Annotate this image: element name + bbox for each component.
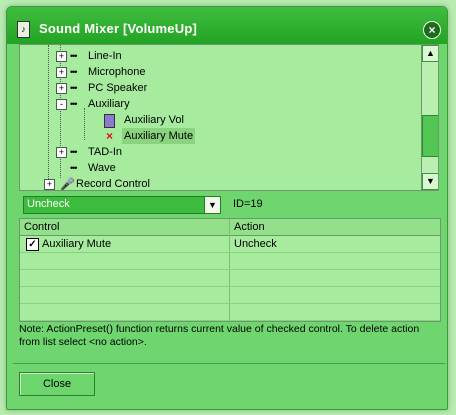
mute-x-icon: × <box>106 129 113 143</box>
microphone-icon: 🎤 <box>60 177 75 191</box>
row-control: Auxiliary Mute <box>42 238 112 250</box>
tree-scrollbar[interactable]: ▲ ▼ <box>421 45 438 190</box>
tree-item-record-control[interactable]: + 🎤 Record Control <box>44 176 348 191</box>
speaker-icon: ♪ <box>17 21 30 38</box>
tree-item-pc-speaker[interactable]: + ••• PC Speaker <box>56 80 360 96</box>
grid-header: Control Action <box>20 219 440 236</box>
tree-item-label: Microphone <box>88 66 146 78</box>
plug-icon: ••• <box>70 51 78 61</box>
table-row[interactable]: ✓ Auxiliary Mute Uncheck <box>20 236 440 253</box>
expander-icon[interactable]: + <box>56 83 67 94</box>
expander-icon[interactable]: + <box>56 51 67 62</box>
tree-item-label: TAD-In <box>88 146 123 158</box>
tree-item-label: Auxiliary Mute <box>122 128 196 144</box>
row-action[interactable]: Uncheck <box>230 236 277 252</box>
tree-item-auxiliary-vol[interactable]: Auxiliary Vol <box>84 112 334 128</box>
tree-item-wave[interactable]: ••• Wave <box>60 160 360 176</box>
title-bar[interactable]: ♪ Sound Mixer [VolumeUp] × <box>7 7 447 44</box>
column-header-action[interactable]: Action <box>230 219 265 235</box>
close-button[interactable]: Close <box>19 372 95 396</box>
tree-item-label: Record Control <box>76 178 150 190</box>
chevron-down-icon[interactable]: ▼ <box>204 196 221 214</box>
scroll-up-icon[interactable]: ▲ <box>422 45 438 62</box>
tree-item-label: Line-In <box>88 50 122 62</box>
tree-item-label: PC Speaker <box>88 82 148 94</box>
tree-item-label: Auxiliary <box>88 98 130 110</box>
tree-item-tad-in[interactable]: + ••• TAD-In <box>56 144 360 160</box>
action-row: Uncheck ▼ ID=19 <box>19 194 439 216</box>
plug-icon: ••• <box>70 163 78 173</box>
expander-icon[interactable]: + <box>56 67 67 78</box>
window-title: Sound Mixer [VolumeUp] <box>39 21 197 36</box>
action-grid: Control Action ✓ Auxiliary Mute Uncheck <box>19 218 441 322</box>
table-row <box>20 270 440 287</box>
tree-connector <box>48 45 49 185</box>
tree-item-line-in[interactable]: + ••• Line-In <box>56 48 360 64</box>
table-row <box>20 287 440 304</box>
expander-icon[interactable]: + <box>56 147 67 158</box>
volume-control-icon <box>104 114 115 128</box>
footer: Close <box>13 363 445 404</box>
action-select[interactable]: Uncheck ▼ <box>23 196 221 214</box>
tree-item-label: Auxiliary Vol <box>124 114 184 126</box>
action-select-value: Uncheck <box>27 198 70 210</box>
column-header-control[interactable]: Control <box>20 219 59 235</box>
tree-item-microphone[interactable]: + ••• Microphone <box>56 64 360 80</box>
plug-icon: ••• <box>70 99 78 109</box>
scroll-thumb[interactable] <box>422 115 438 157</box>
tree-item-auxiliary-mute[interactable]: × Auxiliary Mute <box>84 128 334 144</box>
table-row <box>20 304 440 321</box>
expander-icon[interactable]: - <box>56 99 67 110</box>
tree-item-auxiliary[interactable]: - ••• Auxiliary <box>56 96 360 112</box>
sound-mixer-window: ♪ Sound Mixer [VolumeUp] × + ••• Line-In… <box>6 6 448 410</box>
scroll-down-icon[interactable]: ▼ <box>422 173 438 190</box>
tree-item-label: Wave <box>88 162 116 174</box>
plug-icon: ••• <box>70 67 78 77</box>
note-text: Note: ActionPreset() function returns cu… <box>19 323 420 348</box>
close-icon[interactable]: × <box>423 21 441 39</box>
plug-icon: ••• <box>70 147 78 157</box>
id-label: ID=19 <box>233 198 263 210</box>
mixer-tree: + ••• Line-In + ••• Microphone + ••• PC … <box>19 44 439 191</box>
plug-icon: ••• <box>70 83 78 93</box>
table-row <box>20 253 440 270</box>
expander-icon[interactable]: + <box>44 179 55 190</box>
